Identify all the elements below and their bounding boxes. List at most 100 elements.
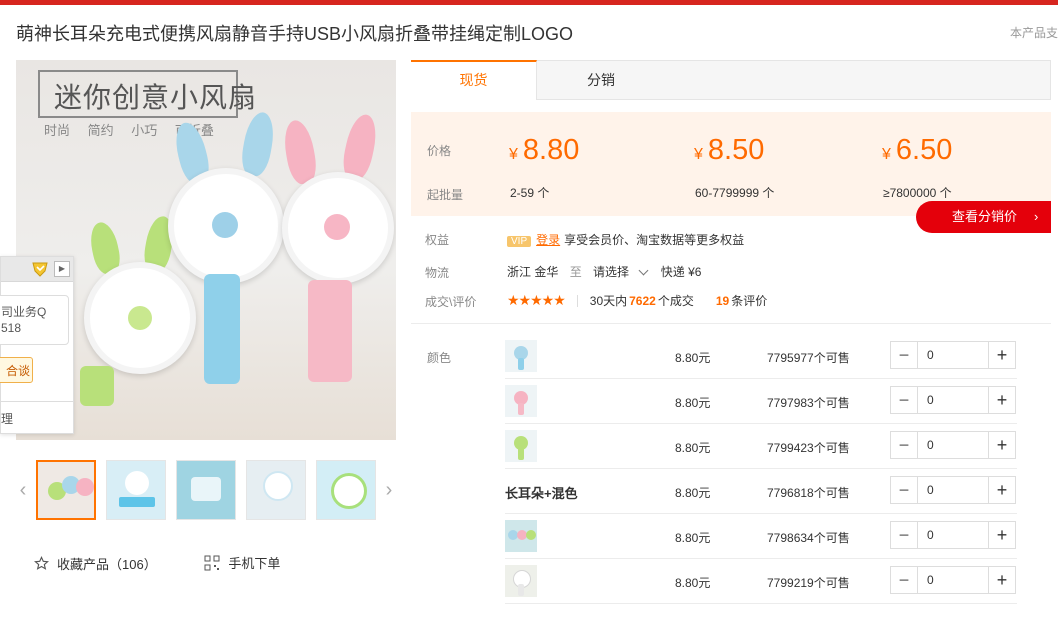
quantity-input[interactable]: [918, 522, 988, 548]
price-tier-1: ¥8.80: [509, 134, 579, 167]
sku-stock: 7796818个可售: [767, 486, 850, 500]
view-distribution-price-button[interactable]: 查看分销价 ›: [916, 201, 1051, 233]
sku-row: 长耳朵+混色 8.80元 7796818个可售 − +: [505, 469, 1017, 514]
trade-label: 成交\评价: [425, 295, 477, 309]
divider: [576, 294, 578, 307]
section-divider: [411, 323, 1051, 324]
chat-contact-line: 司业务Q: [1, 305, 47, 319]
chevron-right-icon[interactable]: ▶: [54, 261, 70, 277]
sku-thumbnail[interactable]: [505, 565, 537, 597]
increment-button[interactable]: +: [988, 567, 1015, 593]
quantity-input[interactable]: [918, 387, 988, 413]
sku-thumbnail[interactable]: [505, 340, 537, 372]
deal-suffix: 个成交: [657, 294, 694, 308]
quantity-input[interactable]: [918, 567, 988, 593]
currency-symbol: ¥: [694, 146, 703, 163]
decrement-button[interactable]: −: [891, 432, 918, 458]
sku-stock: 7799423个可售: [767, 441, 850, 455]
support-note: 本产品支: [1010, 26, 1058, 40]
trade-row: ★★★★★ 30天内 7622 个成交 19 条评价: [507, 292, 767, 309]
origin-text: 浙江 金华: [507, 265, 559, 279]
currency-symbol: ¥: [509, 146, 518, 163]
quantity-input[interactable]: [918, 477, 988, 503]
mobile-order-button[interactable]: 手机下单: [204, 553, 280, 572]
thumbnail[interactable]: [106, 460, 166, 520]
thumbnail[interactable]: [246, 460, 306, 520]
quantity-stepper: − +: [890, 476, 1016, 504]
chevron-right-icon[interactable]: ›: [382, 478, 396, 502]
chat-header: ▶: [1, 257, 73, 282]
quantity-input[interactable]: [918, 342, 988, 368]
tab-distribution[interactable]: 分销: [538, 60, 664, 100]
sku-row: 8.80元 7799219个可售 − +: [505, 559, 1017, 604]
deal-count[interactable]: 7622: [629, 294, 656, 308]
sku-stock: 7797983个可售: [767, 396, 850, 410]
sku-thumbnail[interactable]: [505, 385, 537, 417]
sku-stock: 7795977个可售: [767, 351, 850, 365]
sku-row: 8.80元 7798634个可售 − +: [505, 514, 1017, 559]
decrement-button[interactable]: −: [891, 477, 918, 503]
increment-button[interactable]: +: [988, 432, 1015, 458]
moq-range: ≥7800000 个: [883, 186, 952, 200]
distribution-button-label: 查看分销价: [952, 209, 1018, 224]
decrement-button[interactable]: −: [891, 387, 918, 413]
sku-stock: 7798634个可售: [767, 531, 850, 545]
quantity-stepper: − +: [890, 566, 1016, 594]
chat-negotiate-button[interactable]: 合谈: [0, 357, 33, 383]
price-value: 8.80: [522, 134, 580, 166]
moq-label: 起批量: [427, 188, 464, 202]
promo-tag: 简约: [87, 123, 114, 138]
sku-price: 8.80元: [675, 486, 711, 500]
destination-select[interactable]: 请选择: [593, 265, 629, 279]
thumbnail[interactable]: [316, 460, 376, 520]
thumbnail[interactable]: [36, 460, 96, 520]
sku-row: 8.80元 7795977个可售 − +: [505, 334, 1017, 379]
favorite-button[interactable]: 收藏产品（106）: [34, 554, 157, 573]
rights-text: 享受会员价、淘宝数据等更多权益: [564, 233, 745, 247]
rights-label: 权益: [425, 233, 450, 247]
moq-range: 2-59 个: [510, 186, 550, 200]
logistics-row: 浙江 金华 至 请选择 快递 ¥6: [507, 263, 701, 280]
sku-price: 8.80元: [675, 441, 711, 455]
login-link[interactable]: 登录: [536, 233, 560, 247]
fan-pink: [280, 110, 396, 400]
review-count[interactable]: 19: [716, 294, 729, 308]
deal-period: 30天内: [589, 294, 628, 308]
star-outline-icon: [34, 555, 49, 570]
decrement-button[interactable]: −: [891, 567, 918, 593]
fan-blue: [164, 110, 284, 392]
price-value: 8.50: [707, 134, 765, 166]
sku-thumbnail[interactable]: [505, 430, 537, 462]
to-text: 至: [569, 265, 582, 279]
price-label: 价格: [427, 144, 452, 158]
increment-button[interactable]: +: [988, 522, 1015, 548]
moq-range: 60-7799999 个: [695, 186, 775, 200]
review-suffix: 条评价: [731, 294, 768, 308]
increment-button[interactable]: +: [988, 342, 1015, 368]
sku-name[interactable]: 长耳朵+混色: [505, 483, 578, 502]
product-title: 萌神长耳朵充电式便携风扇静音手持USB小风扇折叠带挂绳定制LOGO: [16, 24, 574, 44]
quantity-input[interactable]: [918, 432, 988, 458]
price-value: 6.50: [895, 134, 953, 166]
increment-button[interactable]: +: [988, 387, 1015, 413]
quantity-stepper: − +: [890, 431, 1016, 459]
thumbnail-strip: ‹ ›: [16, 456, 396, 526]
decrement-button[interactable]: −: [891, 342, 918, 368]
chevron-down-icon[interactable]: [638, 265, 649, 276]
thumbnail[interactable]: [176, 460, 236, 520]
sku-row: 8.80元 7799423个可售 − +: [505, 424, 1017, 469]
chat-footer-link[interactable]: 理: [1, 401, 73, 427]
tab-spot-goods[interactable]: 现货: [411, 60, 537, 100]
chevron-left-icon[interactable]: ‹: [16, 478, 30, 502]
currency-symbol: ¥: [882, 146, 891, 163]
sku-price: 8.80元: [675, 576, 711, 590]
sku-thumbnail[interactable]: [505, 520, 537, 552]
chevron-right-icon: ›: [1034, 209, 1039, 224]
quantity-stepper: − +: [890, 386, 1016, 414]
decrement-button[interactable]: −: [891, 522, 918, 548]
product-actions: 收藏产品（106） 手机下单: [34, 553, 324, 574]
qrcode-icon: [204, 555, 220, 570]
increment-button[interactable]: +: [988, 477, 1015, 503]
promo-tag: 时尚: [44, 123, 71, 138]
promo-title: 迷你创意小风扇: [54, 82, 258, 113]
